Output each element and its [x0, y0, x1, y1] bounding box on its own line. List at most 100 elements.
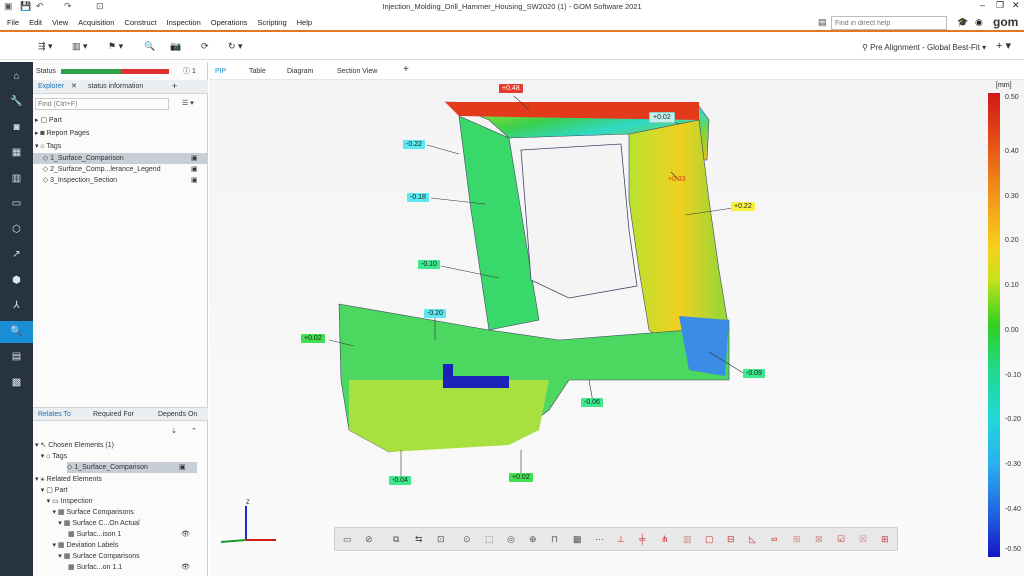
deviation-label-10[interactable]: -0.09: [743, 369, 765, 378]
tool-icon[interactable]: ▥: [683, 534, 692, 545]
explorer-find-input[interactable]: [35, 98, 169, 110]
tool-icon[interactable]: ⊕: [529, 534, 537, 545]
tool-icon[interactable]: ☑: [837, 534, 845, 545]
deviation-label-1[interactable]: +0.48: [499, 84, 523, 93]
tool-icon[interactable]: ⬚: [485, 534, 494, 545]
deviation-label-4[interactable]: +0.33: [665, 175, 689, 184]
rel-deviation-labels[interactable]: ▾ ▦ Deviation Labels: [33, 540, 208, 551]
rel-chosen-elements[interactable]: ▾ ↖ Chosen Elements (1): [33, 440, 208, 451]
menu-inspection[interactable]: Inspection: [162, 14, 206, 32]
tool-icon[interactable]: ▭: [343, 534, 352, 545]
tool-icon[interactable]: ⊞: [881, 534, 889, 545]
tab-explorer[interactable]: Explorer: [38, 81, 64, 93]
box-icon[interactable]: ⬢: [0, 270, 33, 292]
tool-icon[interactable]: ⊓: [551, 534, 558, 545]
menu-edit[interactable]: Edit: [24, 14, 47, 32]
tab-status-information[interactable]: status information: [88, 81, 143, 93]
rel-inspection[interactable]: ▾ ▭ Inspection: [33, 496, 208, 507]
rel-tag-1[interactable]: ◇ 1_Surface_Comparison ▣: [67, 462, 197, 473]
menu-acquisition[interactable]: Acquisition: [73, 14, 119, 32]
deviation-label-8[interactable]: -0.20: [424, 309, 446, 318]
inspect-search-icon[interactable]: 🔍: [0, 321, 33, 343]
tool-icon[interactable]: ▩: [573, 534, 582, 545]
tool-icon[interactable]: ☒: [859, 534, 867, 545]
status-count[interactable]: ⓘ 1: [183, 66, 196, 78]
deviation-label-7[interactable]: -0.10: [418, 260, 440, 269]
tool-icon[interactable]: ⊙: [463, 534, 471, 545]
close-button[interactable]: ✕: [1012, 0, 1020, 11]
tool-icon[interactable]: ▢: [705, 534, 714, 545]
tool-icon[interactable]: ⊡: [437, 534, 445, 545]
camera-icon[interactable]: ◙: [0, 117, 33, 139]
bars-icon[interactable]: ▦: [0, 142, 33, 164]
tab-depends-on[interactable]: Depends On: [158, 409, 197, 421]
tab-relates-to[interactable]: Relates To: [38, 409, 71, 421]
deviation-label-9[interactable]: +0.02: [301, 334, 325, 343]
alignment-selector[interactable]: ⚲ Pre Alignment - Global Best-Fit ▾: [862, 43, 986, 52]
zoom-icon[interactable]: 🔍: [144, 41, 155, 52]
rel-surface-actual[interactable]: ▾ ▦ Surface C...On Actual: [33, 518, 208, 529]
3d-viewport[interactable]: +0.48 +0.02 -0.22 +0.33 -0.18 +0.22 -0.1…: [209, 80, 1024, 576]
deviation-label-5[interactable]: -0.18: [407, 193, 429, 202]
collapse-icon[interactable]: ⌃: [191, 426, 197, 438]
rel-surface-comparisons[interactable]: ▾ ▦ Surface Comparisons: [33, 507, 208, 518]
video-icon[interactable]: ▭: [0, 193, 33, 215]
tab-diagram[interactable]: Diagram: [287, 66, 313, 78]
add-tab-icon[interactable]: +: [172, 80, 177, 92]
menu-scripting[interactable]: Scripting: [252, 14, 291, 32]
deviation-label-3[interactable]: -0.22: [403, 140, 425, 149]
tool-icon[interactable]: ∞: [771, 534, 777, 544]
academy-icon[interactable]: 🎓: [957, 17, 968, 28]
arrow-icon[interactable]: ↗: [0, 244, 33, 266]
tool-icon[interactable]: ⊞: [793, 534, 801, 545]
home-icon[interactable]: ⌂: [0, 66, 33, 88]
add-icon[interactable]: + ▾: [996, 39, 1011, 52]
deviation-label-2[interactable]: +0.02: [649, 112, 675, 123]
tree-item-report-pages[interactable]: ▸ ◙ Report Pages: [33, 128, 208, 139]
columns-icon[interactable]: ▥: [0, 168, 33, 190]
list-menu-icon[interactable]: ☰ ▾: [182, 98, 194, 110]
rel-part[interactable]: ▾ ▢ Part: [33, 485, 208, 496]
tool-icon[interactable]: ⊠: [815, 534, 823, 545]
tool-icon[interactable]: ⋯: [595, 534, 604, 545]
close-icon[interactable]: ✕: [71, 81, 77, 93]
tab-pip[interactable]: PIP: [215, 66, 226, 78]
deviation-label-12[interactable]: -0.04: [389, 476, 411, 485]
tool-icon[interactable]: ⇆: [415, 534, 423, 545]
label-icon[interactable]: ⚑ ▾: [108, 41, 123, 52]
tab-section-view[interactable]: Section View: [337, 66, 377, 78]
tool-icon[interactable]: ⧉: [393, 534, 399, 545]
menu-help[interactable]: Help: [292, 14, 317, 32]
wrench-icon[interactable]: 🔧: [0, 91, 33, 113]
add-view-tab[interactable]: +: [403, 64, 409, 76]
tool-icon[interactable]: ⋔: [661, 534, 669, 545]
cube-icon[interactable]: ⬡: [0, 219, 33, 241]
menu-construct[interactable]: Construct: [119, 14, 161, 32]
tree-item-tag-1[interactable]: ◇ 1_Surface_Comparison ▣: [33, 153, 208, 164]
tool-icon[interactable]: ⊟: [727, 534, 735, 545]
deviation-label-11[interactable]: -0.06: [581, 398, 603, 407]
rel-related-elements[interactable]: ▾ ⚹ Related Elements: [33, 474, 208, 485]
help-book-icon[interactable]: ▤: [818, 17, 827, 28]
menu-view[interactable]: View: [47, 14, 73, 32]
rel-tags[interactable]: ▾ ⌂ Tags: [33, 451, 208, 462]
tree-item-tag-2[interactable]: ◇ 2_Surface_Comp...lerance_Legend ▣: [33, 164, 208, 175]
rel-surface-comparison-1-1[interactable]: ▦ Surfac...on 1.1 👁: [33, 562, 208, 573]
tool-icon[interactable]: ╪: [639, 534, 645, 544]
chart-icon[interactable]: ▥ ▾: [72, 41, 88, 52]
tool-icon[interactable]: ◺: [749, 534, 756, 545]
grid-icon[interactable]: ▩: [0, 372, 33, 394]
axes-icon[interactable]: ⅄: [0, 295, 33, 317]
tree-item-tag-3[interactable]: ◇ 3_Inspection_Section ▣: [33, 175, 208, 186]
tool-icon[interactable]: ◎: [507, 534, 515, 545]
camera-icon[interactable]: 📷: [170, 41, 181, 52]
tree-item-tags[interactable]: ▾ ⌂ Tags: [33, 141, 208, 152]
filter-icon[interactable]: ⇣: [171, 426, 177, 438]
tab-table[interactable]: Table: [249, 66, 266, 78]
tree-item-part[interactable]: ▸ ▢ Part: [33, 115, 208, 126]
tool-icon[interactable]: ⊥: [617, 534, 625, 545]
user-icon[interactable]: ◉: [975, 17, 983, 28]
report-icon[interactable]: ▤: [0, 346, 33, 368]
direct-help-search[interactable]: [831, 16, 947, 30]
tab-required-for[interactable]: Required For: [93, 409, 134, 421]
